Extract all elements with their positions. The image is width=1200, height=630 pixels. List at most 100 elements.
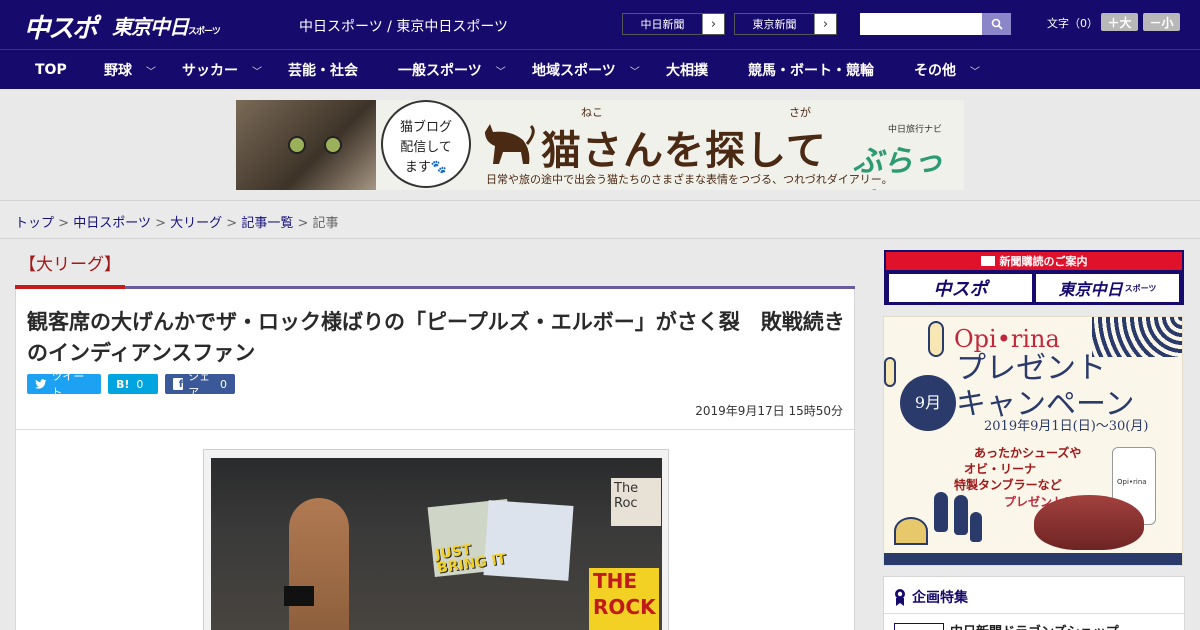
elbow-pad [284,586,314,606]
tweet-button[interactable]: ツイート [27,370,101,399]
breadcrumb-link-chuspo[interactable]: 中日スポーツ [73,216,151,231]
rabbit-icon [954,495,968,535]
campaign-title: プレゼント キャンペーン [956,351,1135,423]
nav-item-label: サッカー [182,63,238,79]
chevron-down-icon: ﹀ [495,66,506,78]
breadcrumb-separator: > [297,216,309,231]
facebook-share-button[interactable]: f シェア 0 [165,370,235,399]
nav-item-top[interactable]: TOP [35,50,67,90]
font-smaller-button[interactable]: －小 [1143,13,1180,31]
campaign-title-line: プレゼント [956,351,1106,386]
article-headline: 観客席の大げんかでザ・ロック様ばりの「ピープルズ・エルボー」がさく裂 敗戦続きの… [27,310,845,365]
feature-heading: 企画特集 [894,587,968,607]
subscribe-tokyo-button[interactable]: 東京中日 スポーツ [1036,274,1179,302]
campaign-prize-line: オビ・リーナ [964,462,1037,476]
feature-divider [884,613,1184,614]
feature-item-link[interactable]: 中日新聞ドラゴンズショップ [950,621,1119,630]
chevron-right-icon: › [822,16,829,32]
feature-section: 企画特集 中日新聞ドラゴンズショップ [883,576,1185,630]
speech-bubble: 猫ブログ 配信して ます🐾 [381,100,471,188]
twitter-icon [35,379,47,389]
banner-subtitle: 日常や旅の途中で出会う猫たちのさまざまな表情をつづる、つれづれダイアリー。 [486,173,893,186]
nav-item-label: TOP [35,62,67,78]
campaign-prize-line: 特製タンブラーなど [954,478,1062,492]
rabbit-icon [970,512,982,542]
paper-link-label: 中日新聞 [623,14,703,34]
hatena-count: 0 [136,377,144,391]
nav-item-general-sports[interactable]: 一般スポーツ ﹀ [398,50,506,90]
bubble-line: 猫ブログ [399,120,452,135]
lantern-icon [928,321,944,357]
ground-strip [884,553,1182,565]
nav-item-baseball[interactable]: 野球 ﹀ [104,50,156,90]
breadcrumb-link-top[interactable]: トップ [15,216,54,231]
cat-silhouette-icon [485,124,535,164]
nav-item-label: その他 [914,63,956,79]
photo-sign-the-rock: THE ROCK [589,568,659,630]
breadcrumb-current: 記事 [312,216,339,231]
nav-item-entertainment[interactable]: 芸能・社会 [288,50,358,90]
bubble-line: ます🐾 [404,160,448,175]
tumbler-brand: Opi•rina [1117,478,1147,486]
search-input[interactable] [860,13,982,35]
ribbon-icon [895,589,905,606]
cat-blog-banner[interactable]: 猫ブログ 配信して ます🐾 ねこ さが 猫さんを探して 日常や旅の途中で出会う猫… [236,100,964,190]
chevron-down-icon: ﹀ [629,66,640,78]
tokyo-logo-suffix: スポーツ [188,27,221,37]
nav-item-other[interactable]: その他 ﹀ [914,50,980,90]
facebook-label: シェア [188,370,211,399]
facebook-count: 0 [220,377,227,391]
opirina-campaign-ad[interactable]: Opi•rina プレゼント キャンペーン 9月 2019年9月1日(日)〜30… [883,316,1183,566]
banner-brand-small: 中日旅行ナビ [888,125,943,135]
font-size-label: 文字（0） [1047,17,1098,30]
search-icon [991,18,1003,30]
article-divider [16,429,854,430]
campaign-month-badge: 9月 [900,375,956,431]
breadcrumb-separator: > [226,216,238,231]
lantern-icon [884,357,896,387]
banner-title: 猫さんを探して [541,128,827,174]
chuspo-logo[interactable]: 中スポ [24,8,98,45]
nav-item-label: 野球 [104,63,132,79]
nav-item-label: 大相撲 [666,63,708,79]
subscribe-chuspo-button[interactable]: 中スポ [889,274,1032,302]
breadcrumb-link-article-list[interactable]: 記事一覧 [241,216,293,231]
subscribe-tokyo-label: 東京中日 [1058,280,1123,299]
campaign-prize: あったかシューズや オビ・リーナ 特製タンブラーなど [954,445,1081,493]
nav-item-local-sports[interactable]: 地域スポーツ ﹀ [532,50,640,90]
nav-item-label: 芸能・社会 [288,63,358,79]
breadcrumb-bar: トップ > 中日スポーツ > 大リーグ > 記事一覧 > 記事 [0,200,1200,239]
tokyo-shimbun-link[interactable]: 東京新聞 › [734,13,837,35]
font-larger-button[interactable]: ＋大 [1101,13,1138,31]
cat-eye [324,136,342,154]
chunichi-shimbun-link[interactable]: 中日新聞 › [622,13,725,35]
nav-item-label: 地域スポーツ [532,63,616,79]
tokyo-chunichi-logo[interactable]: 東京中日スポーツ [112,11,221,40]
top-header: 中スポ 東京中日スポーツ 中日スポーツ / 東京中日スポーツ 中日新聞 › 東京… [0,0,1200,49]
tokyo-logo-text: 東京中日 [112,15,189,39]
chevron-down-icon: ﹀ [252,66,262,78]
search-button[interactable] [982,13,1011,35]
facebook-icon: f [173,378,184,390]
slipper-image [1034,495,1144,550]
nav-item-racing[interactable]: 競馬・ボート・競輪 [748,50,874,90]
campaign-brand: Opi•rina [954,325,1060,353]
breadcrumb-separator: > [58,216,70,231]
banner-brand: ぶらっ人 [853,144,943,190]
breadcrumb-separator: > [155,216,166,231]
subscription-heading: 新聞購読のご案内 [886,252,1182,270]
hatena-bookmark-button[interactable]: B! 0 [108,374,158,394]
cat-photo [236,100,376,190]
feature-thumbnail[interactable] [894,623,944,630]
breadcrumb-link-mlb[interactable]: 大リーグ [170,216,222,231]
hatena-icon: B! [116,377,130,391]
main-nav: TOP 野球 ﹀ サッカー ﹀ 芸能・社会 一般スポーツ ﹀ 地域スポーツ ﹀ 大相撲 … [0,49,1200,89]
dango-offering-icon [894,517,928,545]
nav-item-sumo[interactable]: 大相撲 [666,50,708,90]
article-photo[interactable]: JUST BRING IT THE ROCK The Roc [211,458,662,630]
cat-eye [288,136,306,154]
site-subtitle: 中日スポーツ / 東京中日スポーツ [299,19,509,35]
nav-item-soccer[interactable]: サッカー ﹀ [182,50,262,90]
feature-heading-text: 企画特集 [912,590,968,606]
subscription-banner[interactable]: 新聞購読のご案内 中スポ 東京中日 スポーツ [884,250,1184,305]
